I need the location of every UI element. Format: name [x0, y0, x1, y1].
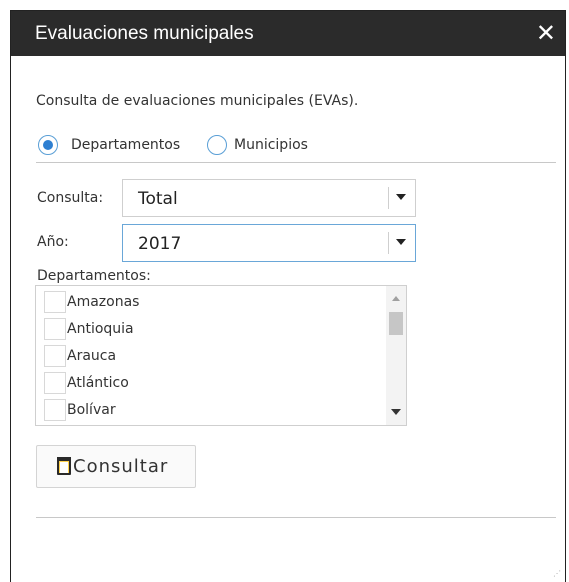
scrollbar-thumb[interactable] [389, 312, 403, 335]
radio-departamentos[interactable] [38, 135, 58, 155]
list-item-label: Antioquia [67, 321, 134, 337]
list-item[interactable]: Arauca [36, 343, 376, 369]
chevron-down-icon[interactable] [396, 194, 406, 200]
consulta-value: Total [138, 189, 178, 209]
checkbox[interactable] [44, 372, 66, 394]
divider [36, 162, 556, 163]
list-item-label: Bolívar [67, 402, 116, 418]
dialog-title: Evaluaciones municipales [35, 23, 254, 44]
consultar-button-label: Consultar [73, 456, 169, 477]
resize-handle-icon[interactable]: ⋰ [553, 569, 561, 578]
list-item[interactable]: Antioquia [36, 316, 376, 342]
checkbox[interactable] [44, 345, 66, 367]
list-item[interactable]: Amazonas [36, 289, 376, 315]
radio-municipios-label[interactable]: Municipios [234, 137, 308, 153]
select-separator [388, 232, 389, 254]
scroll-down-icon[interactable] [391, 409, 401, 415]
dialog-titlebar: Evaluaciones municipales ✕ [11, 11, 565, 56]
consultar-button[interactable]: Consultar [36, 445, 196, 488]
anio-value: 2017 [138, 234, 182, 254]
checkbox[interactable] [44, 399, 66, 421]
list-item-label: Arauca [67, 348, 117, 364]
list-item[interactable]: Bolívar [36, 397, 376, 423]
consulta-select[interactable]: Total [122, 179, 416, 217]
divider [36, 517, 556, 518]
list-item-label: Atlántico [67, 375, 129, 391]
checkbox[interactable] [44, 291, 66, 313]
departamentos-label: Departamentos: [37, 268, 151, 284]
close-icon[interactable]: ✕ [536, 19, 556, 47]
dialog-panel: Evaluaciones municipales ✕ Consulta de e… [10, 10, 566, 582]
consulta-label: Consulta: [37, 190, 104, 206]
clipboard-icon [57, 457, 71, 475]
radio-municipios[interactable] [207, 135, 227, 155]
anio-label: Año: [37, 234, 69, 250]
checkbox[interactable] [44, 318, 66, 340]
chevron-down-icon[interactable] [396, 239, 406, 245]
radio-departamentos-label[interactable]: Departamentos [71, 137, 180, 153]
list-item-label: Amazonas [67, 294, 140, 310]
list-scrollbar[interactable] [386, 286, 406, 425]
anio-select[interactable]: 2017 [122, 224, 416, 262]
description-text: Consulta de evaluaciones municipales (EV… [36, 93, 359, 109]
scroll-up-icon[interactable] [392, 296, 400, 301]
select-separator [388, 187, 389, 209]
list-item[interactable]: Atlántico [36, 370, 376, 396]
departamentos-list[interactable]: Amazonas Antioquia Arauca Atlántico Bolí… [35, 285, 407, 426]
